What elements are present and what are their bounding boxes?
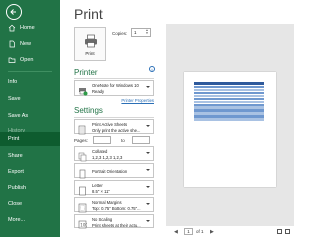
sidebar-item-publish[interactable]: Publish (0, 180, 60, 196)
chevron-down-icon (146, 169, 150, 171)
orientation-line1: Portrait Orientation (92, 169, 128, 174)
preview-table-row (194, 118, 264, 121)
scaling-line2: Print sheets at their actu... (92, 223, 141, 228)
paper-line1: Letter (92, 183, 103, 188)
sidebar-item-more[interactable]: More... (0, 212, 60, 228)
sidebar-item-save-as[interactable]: Save As (0, 108, 60, 124)
page-navigator: ◀ 1 of 1 ▶ (166, 228, 294, 237)
zoom-to-page-icon[interactable] (285, 229, 290, 234)
sidebar-item-export[interactable]: Export (0, 164, 60, 180)
margins-icon (78, 200, 87, 213)
print-pane: Print Print Copies: 1 ▲ ▼ Printer i OneNo… (60, 0, 300, 237)
backstage-sidebar: Home New Open Info Save Save As History … (0, 0, 60, 237)
scaling-dropdown[interactable]: 100 No Scaling Print sheets at their act… (74, 214, 154, 229)
sidebar-item-print[interactable]: Print (0, 132, 60, 146)
sidebar-item-label: Export (8, 169, 24, 175)
info-icon[interactable]: i (149, 66, 155, 72)
home-icon (8, 24, 16, 32)
paper-icon (78, 183, 87, 196)
copies-spinner[interactable]: ▲ ▼ (145, 29, 149, 36)
section-divider (74, 117, 154, 118)
sidebar-item-label: Publish (8, 185, 27, 191)
folder-icon (8, 56, 16, 64)
collate-dropdown[interactable]: Collated 1,2,3 1,2,3 1,2,3 (74, 146, 154, 162)
printer-name: OneNote for Windows 10 (92, 83, 139, 88)
printer-dropdown[interactable]: OneNote for Windows 10 Ready (74, 80, 154, 96)
printer-properties-link[interactable]: Printer Properties (121, 98, 154, 103)
new-document-icon (8, 40, 16, 48)
chevron-down-icon (146, 186, 150, 188)
sidebar-divider (8, 71, 52, 72)
print-button-label: Print (85, 51, 95, 56)
sidebar-item-close[interactable]: Close (0, 196, 60, 212)
scaling-line1: No Scaling (92, 217, 113, 222)
sidebar-item-label: More... (8, 217, 26, 223)
margins-line1: Normal Margins (92, 200, 122, 205)
pages-from-input[interactable] (93, 136, 111, 144)
back-arrow-icon[interactable] (6, 4, 22, 20)
print-button[interactable]: Print (74, 27, 106, 61)
sidebar-item-label: New (20, 41, 32, 47)
chevron-down-icon (146, 220, 150, 222)
copies-input[interactable]: 1 ▲ ▼ (131, 28, 151, 37)
sidebar-item-open[interactable]: Open (0, 52, 60, 68)
copies-label: Copies: (112, 31, 128, 36)
next-page-button[interactable]: ▶ (210, 229, 214, 235)
show-margins-icon[interactable] (277, 229, 282, 234)
sidebar-item-label: Close (8, 201, 23, 207)
copies-value: 1 (134, 30, 137, 35)
sidebar-item-label: Save (8, 96, 21, 102)
printer-status: Ready (92, 89, 105, 94)
paper-line2: 8.5" × 11" (92, 189, 110, 194)
sidebar-item-home[interactable]: Home (0, 20, 60, 36)
chevron-down-icon (146, 152, 150, 154)
sidebar-item-info[interactable]: Info (0, 74, 60, 90)
prev-page-button[interactable]: ◀ (174, 229, 178, 235)
sidebar-item-label: Share (8, 153, 23, 159)
collate-line2: 1,2,3 1,2,3 1,2,3 (92, 155, 123, 160)
print-what-dropdown[interactable]: Print Active Sheets Only print the activ… (74, 119, 154, 135)
chevron-down-icon (146, 203, 150, 205)
chevron-down-icon (146, 125, 150, 127)
sidebar-item-label: Info (8, 79, 18, 85)
printer-status-icon (78, 83, 88, 96)
sheets-icon (78, 122, 87, 135)
preview-table (194, 82, 264, 121)
section-divider (74, 78, 154, 79)
sidebar-item-label: Open (20, 57, 34, 63)
sidebar-item-share[interactable]: Share (0, 148, 60, 164)
pages-to-input[interactable] (132, 136, 150, 144)
settings-heading: Settings (74, 106, 103, 115)
svg-text:100: 100 (80, 223, 87, 228)
margins-dropdown[interactable]: Normal Margins Top: 0.75" Bottom: 0.75".… (74, 197, 154, 213)
pages-to-label: to (121, 138, 125, 143)
current-page-input[interactable]: 1 (184, 228, 193, 235)
sidebar-item-save[interactable]: Save (0, 91, 60, 107)
print-preview[interactable] (166, 24, 294, 226)
preview-table-header (194, 82, 264, 85)
printer-heading: Printer (74, 68, 98, 77)
print-what-line1: Print Active Sheets (92, 122, 128, 127)
sidebar-item-new[interactable]: New (0, 36, 60, 52)
page-title: Print (74, 6, 103, 22)
pages-label: Pages: (74, 138, 89, 143)
print-what-line2: Only print the active she... (92, 128, 141, 133)
sidebar-item-label: Home (20, 25, 35, 31)
chevron-down-icon (146, 86, 150, 88)
orientation-dropdown[interactable]: Portrait Orientation (74, 163, 154, 179)
margins-line2: Top: 0.75" Bottom: 0.75"... (92, 206, 141, 211)
collate-icon (78, 149, 87, 162)
sidebar-item-label: Save As (8, 113, 29, 119)
scaling-icon: 100 (78, 217, 88, 229)
portrait-icon (78, 166, 87, 179)
paper-size-dropdown[interactable]: Letter 8.5" × 11" (74, 180, 154, 196)
preview-page (184, 72, 276, 187)
collate-line1: Collated (92, 149, 108, 154)
sidebar-item-label: Print (8, 136, 20, 142)
page-count: of 1 (196, 229, 204, 234)
